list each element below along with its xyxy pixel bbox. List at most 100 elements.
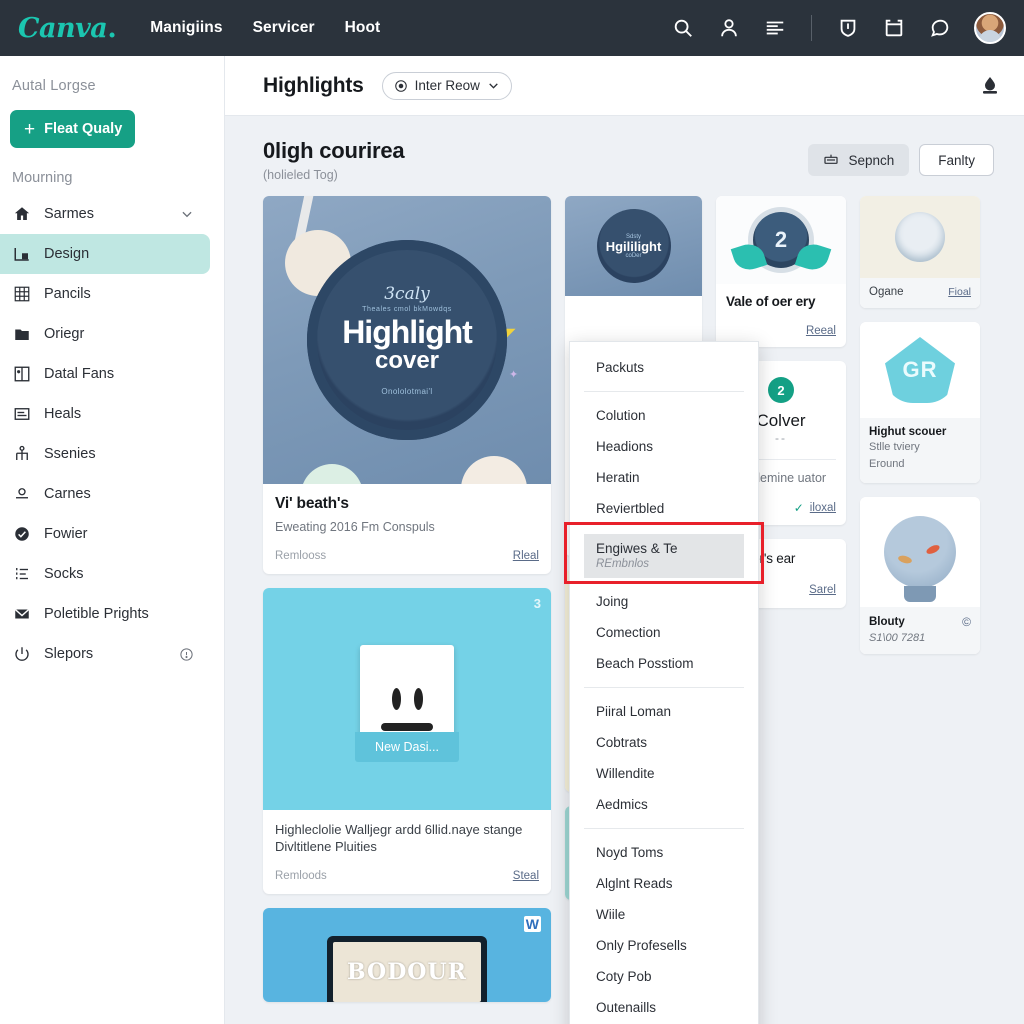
card-link[interactable]: Reeal bbox=[806, 325, 836, 337]
sidebar-item-label: Oriegr bbox=[44, 326, 85, 342]
eye-shape bbox=[413, 687, 423, 710]
nav-link-servicer[interactable]: Servicer bbox=[253, 19, 315, 37]
cover-disc: Sdsty Hgililight coDer bbox=[596, 209, 671, 283]
menu-item-reviertbled[interactable]: Reviertbled bbox=[570, 493, 758, 524]
card-highlight-cover[interactable]: ★ ★ ◤ ✦ 3caly Theales cmol bkMowdqs High… bbox=[263, 196, 551, 574]
shield-icon[interactable] bbox=[836, 16, 860, 40]
sidebar-item-datal-fans[interactable]: Datal Fans bbox=[0, 354, 210, 394]
card-gr[interactable]: GR Highut scouer Stlle tviery Eround bbox=[860, 322, 980, 483]
menu-item-aedmics[interactable]: Aedmics bbox=[570, 789, 758, 820]
nav-link-manigiins[interactable]: Manigiins bbox=[150, 19, 222, 37]
menu-item-cobtrats[interactable]: Cobtrats bbox=[570, 727, 758, 758]
inter-reow-dropdown[interactable]: Inter Reow bbox=[381, 71, 512, 100]
menu-item-headions[interactable]: Headions bbox=[570, 431, 758, 462]
nav-link-hoot[interactable]: Hoot bbox=[345, 19, 381, 37]
sidebar-item-slepors[interactable]: Slepors bbox=[0, 634, 210, 674]
art-foot: Onololotmai'l bbox=[381, 386, 433, 396]
info-icon[interactable] bbox=[179, 647, 194, 662]
sepnch-button[interactable]: Sepnch bbox=[808, 144, 910, 176]
card-link[interactable]: Rleal bbox=[513, 550, 539, 562]
check-icon: ✓ bbox=[793, 500, 804, 515]
sidebar-item-heals[interactable]: Heals bbox=[0, 394, 210, 434]
menu-item-comection[interactable]: Comection bbox=[570, 617, 758, 648]
eye-shape bbox=[391, 687, 401, 710]
menu-item-wiile[interactable]: Wiile bbox=[570, 899, 758, 930]
sidebar-item-ssenies[interactable]: Ssenies bbox=[0, 434, 210, 474]
menu-item-outenaills[interactable]: Outenaills bbox=[570, 992, 758, 1023]
sidebar-item-label: Poletible Prights bbox=[44, 606, 149, 622]
sidebar-item-label: Slepors bbox=[44, 646, 94, 662]
chevron-down-icon[interactable] bbox=[180, 207, 194, 221]
card-body: Ogane Fioal bbox=[860, 278, 980, 308]
menu-item-heratin[interactable]: Heratin bbox=[570, 462, 758, 493]
fanlty-button[interactable]: Fanlty bbox=[919, 144, 994, 176]
content-title: 0ligh courirea bbox=[263, 138, 405, 163]
menu-item-packuts[interactable]: Packuts bbox=[570, 352, 758, 383]
fanlty-label: Fanlty bbox=[938, 152, 975, 168]
brush-art bbox=[461, 456, 527, 484]
brand-text: Canva bbox=[18, 12, 108, 44]
sidebar-item-carnes[interactable]: Carnes bbox=[0, 474, 210, 514]
art-big: Hgililight bbox=[605, 238, 662, 254]
menu-item-noyd-toms[interactable]: Noyd Toms bbox=[570, 837, 758, 868]
page-title: Highlights bbox=[263, 73, 364, 97]
card-link[interactable]: Fioal bbox=[948, 286, 971, 298]
mouth-shape bbox=[381, 722, 433, 731]
user-icon[interactable] bbox=[717, 16, 741, 40]
menu-separator bbox=[584, 687, 744, 688]
cover-disc: 3caly Theales cmol bkMowdqs Highlight co… bbox=[307, 240, 507, 440]
context-dropdown-menu: Packuts Colution Headions Heratin Revier… bbox=[564, 341, 764, 1024]
sidebar: Autal Lorgse + Fleat Qualy Mourning Sarm… bbox=[0, 56, 225, 1024]
folder-icon bbox=[12, 325, 31, 344]
card-subtitle: Eweating 2016 Fm Conspuls bbox=[275, 520, 435, 534]
search-icon[interactable] bbox=[671, 16, 695, 40]
mail-icon bbox=[12, 605, 31, 624]
menu-item-engiwes-and-te[interactable]: Engiwes & Te REmbnlos bbox=[584, 534, 744, 578]
card-link[interactable]: iloxal bbox=[810, 502, 836, 514]
sidebar-item-label: Design bbox=[44, 246, 90, 262]
card-thumbnail bbox=[860, 196, 980, 278]
sidebar-item-label: Fowier bbox=[44, 526, 88, 542]
fishbowl-art bbox=[884, 515, 956, 602]
sidebar-item-fowier[interactable]: Fowier bbox=[0, 514, 210, 554]
card-title: Vi' beath's bbox=[275, 495, 349, 512]
card-link[interactable]: Sarel bbox=[809, 584, 836, 596]
canva-logo[interactable]: Canva. bbox=[18, 12, 117, 44]
chat-icon[interactable] bbox=[928, 16, 952, 40]
menu-item-colution[interactable]: Colution bbox=[570, 400, 758, 431]
org-icon bbox=[12, 445, 31, 464]
corner-badge: 3 bbox=[533, 595, 541, 611]
menu-item-alglnt-reads[interactable]: Alglnt Reads bbox=[570, 868, 758, 899]
menu-item-willendite[interactable]: Willendite bbox=[570, 758, 758, 789]
menu-item-joing[interactable]: Joing bbox=[570, 586, 758, 617]
stamp-icon[interactable] bbox=[978, 74, 1002, 98]
menu-item-piiral-loman[interactable]: Piiral Loman bbox=[570, 696, 758, 727]
sidebar-item-pancils[interactable]: Pancils bbox=[0, 274, 210, 314]
avatar[interactable] bbox=[974, 12, 1006, 44]
list-icon[interactable] bbox=[763, 16, 787, 40]
sidebar-item-label: Heals bbox=[44, 406, 82, 422]
card-link[interactable]: Steal bbox=[513, 870, 539, 882]
frame-icon[interactable] bbox=[882, 16, 906, 40]
sidebar-item-poletible-prights[interactable]: Poletible Prights bbox=[0, 594, 210, 634]
card-thumbnail: Sdsty Hgililight coDer bbox=[565, 196, 702, 296]
sidebar-item-oriegr[interactable]: Oriegr bbox=[0, 314, 210, 354]
card-thumbnail bbox=[860, 496, 980, 607]
card-title: Highleclolie Walljegr ardd 6llid.naye st… bbox=[275, 821, 523, 855]
sidebar-item-design[interactable]: Design bbox=[0, 234, 210, 274]
card-two[interactable]: 2 Vale of oer ery Reeal bbox=[716, 196, 846, 347]
card-blouty[interactable]: Blouty © S1\00 7281 bbox=[860, 496, 980, 654]
person-icon bbox=[12, 485, 31, 504]
card-laptop[interactable]: W BODOUR bbox=[263, 907, 551, 1002]
menu-item-only-profesells[interactable]: Only Profesells bbox=[570, 930, 758, 961]
sidebar-item-sarmes[interactable]: Sarmes bbox=[0, 194, 210, 234]
card-ogane[interactable]: Ogane Fioal bbox=[860, 196, 980, 308]
menu-item-coty-pob[interactable]: Coty Pob bbox=[570, 961, 758, 992]
home-icon bbox=[12, 205, 31, 224]
create-design-button[interactable]: + Fleat Qualy bbox=[10, 110, 135, 148]
menu-item-beach-posstiom[interactable]: Beach Posstiom bbox=[570, 648, 758, 679]
sidebar-item-socks[interactable]: Socks bbox=[0, 554, 210, 594]
card-new-design[interactable]: 3 New Dasi... Highleclolie Walljegr ardd… bbox=[263, 587, 551, 894]
file-icon bbox=[12, 365, 31, 384]
grid-column-d: Ogane Fioal GR Highut scouer Stlle tvier… bbox=[860, 196, 980, 1002]
